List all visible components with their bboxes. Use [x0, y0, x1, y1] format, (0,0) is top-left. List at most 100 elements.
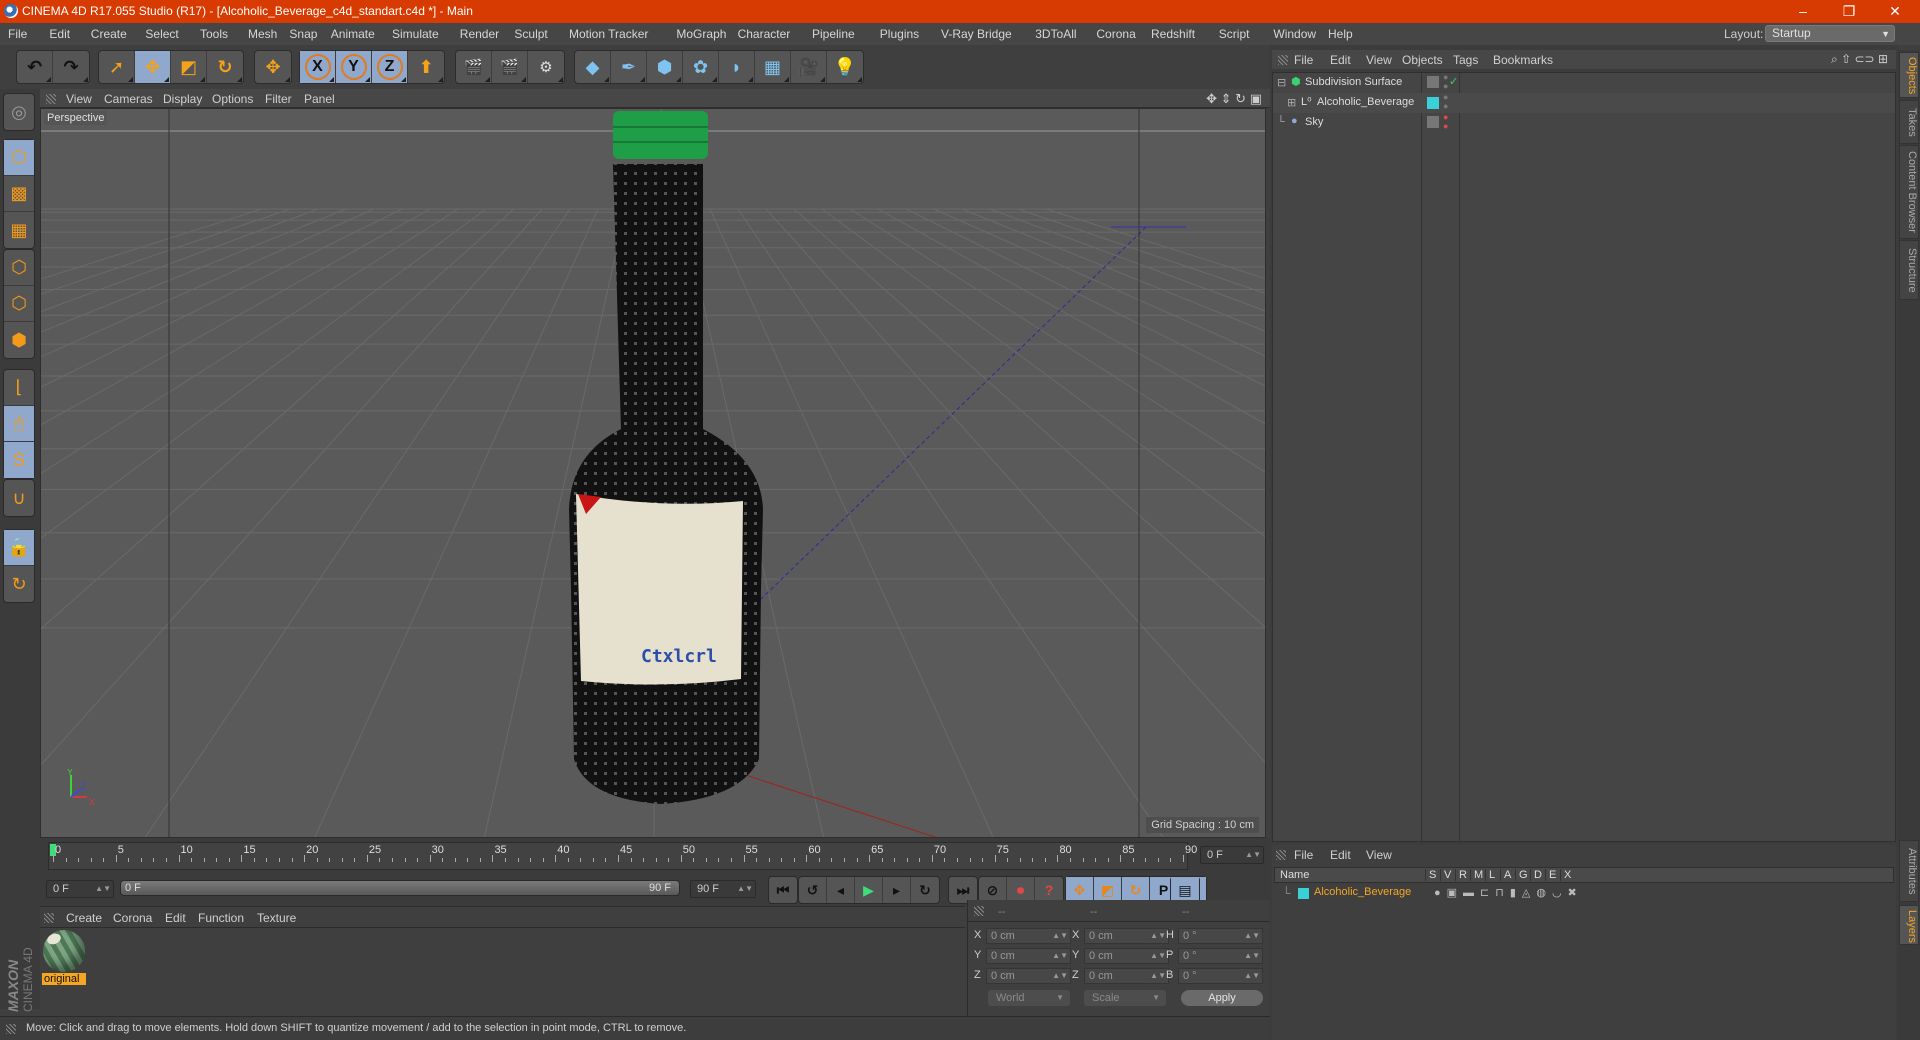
menu-pipeline[interactable]: Pipeline	[812, 27, 855, 41]
layer-row[interactable]: └ Alcoholic_Beverage ●▣▬⊏⊓▮◬◍◡✖	[1274, 885, 1894, 901]
visibility-dots-icon[interactable]: ● ●	[1443, 93, 1448, 111]
menu-script[interactable]: Script	[1219, 27, 1250, 41]
home-icon[interactable]: ⇧	[1841, 52, 1851, 66]
timeline-ruler[interactable]: 0 5 10 15 20 25 30 35 40 45 50 55 60 65 70 75 80 85 90	[48, 842, 1197, 870]
tab-content-browser[interactable]: Content Browser	[1899, 145, 1919, 239]
viewport-menu-filter[interactable]: Filter	[265, 92, 292, 106]
next-frame-button[interactable]: ▸	[883, 877, 911, 903]
menu-window[interactable]: Window	[1273, 27, 1316, 41]
axis-mode-button[interactable]: ⌊	[4, 370, 34, 406]
maximize-view-icon[interactable]: ▣	[1250, 91, 1262, 106]
texture-mode-button[interactable]: ▩	[4, 176, 34, 212]
object-name[interactable]: Sky	[1305, 116, 1323, 128]
coord-field-position-x[interactable]: 0 cm ▲▼	[986, 928, 1071, 944]
pen-spline-button[interactable]: ✒	[611, 51, 647, 83]
light-button[interactable]: 💡	[827, 51, 863, 83]
coord-field-position-z[interactable]: 0 cm ▲▼	[986, 968, 1071, 984]
layer-toggle-icons[interactable]: ●▣▬⊏⊓▮◬◍◡✖	[1434, 886, 1583, 899]
editor-render-toggle-icon[interactable]	[1427, 76, 1439, 88]
subdivision-button[interactable]: ⬢	[647, 51, 683, 83]
menu-select[interactable]: Select	[145, 27, 178, 41]
make-editable-button[interactable]: ◎	[4, 94, 34, 130]
coord-field-rotation-h[interactable]: 0 ° ▲▼	[1178, 928, 1263, 944]
redo-button[interactable]: ↷	[53, 51, 89, 83]
restore-button[interactable]: ❐	[1826, 0, 1872, 23]
menu-simulate[interactable]: Simulate	[392, 27, 439, 41]
rotate-button[interactable]: ↻	[207, 51, 243, 83]
close-button[interactable]: ✕	[1872, 0, 1918, 23]
coord-field-size-z[interactable]: 0 cm ▲▼	[1084, 968, 1169, 984]
render-view-button[interactable]: 🎬	[456, 51, 492, 83]
coord-field-size-x[interactable]: 0 cm ▲▼	[1084, 928, 1169, 944]
end-frame-field[interactable]: 90 F ▲▼	[690, 880, 756, 898]
coordinate-mode-dropdown[interactable]: World ▼	[988, 990, 1070, 1006]
tab-objects[interactable]: Objects	[1899, 52, 1919, 98]
tree-expander-icon[interactable]: └	[1277, 116, 1285, 128]
layer-column-name[interactable]: Name	[1277, 869, 1309, 881]
viewport-menu-view[interactable]: View	[66, 92, 92, 106]
live-selection-button[interactable]: ➚	[99, 51, 135, 83]
zoom-view-icon[interactable]: ⇕	[1221, 91, 1232, 106]
layer-column-r[interactable]: R	[1455, 869, 1467, 881]
layer-column-s[interactable]: S	[1425, 869, 1436, 881]
material-menu-edit[interactable]: Edit	[165, 911, 186, 925]
menu-animate[interactable]: Animate	[331, 27, 375, 41]
visibility-dots-icon[interactable]: ● ●	[1443, 113, 1448, 131]
panel-grip-icon[interactable]	[974, 906, 984, 916]
layer-column-m[interactable]: M	[1470, 869, 1483, 881]
search-icon[interactable]: ⌕	[1831, 52, 1838, 66]
start-frame-field[interactable]: 0 F ▲▼	[46, 880, 114, 898]
menu-redshift[interactable]: Redshift	[1151, 27, 1195, 41]
menu-corona[interactable]: Corona	[1096, 27, 1135, 41]
coord-field-size-y[interactable]: 0 cm ▲▼	[1084, 948, 1169, 964]
tab-layers[interactable]: Layers	[1899, 905, 1919, 945]
tab-attributes[interactable]: Attributes	[1899, 840, 1919, 902]
cloner-button[interactable]: ✿	[683, 51, 719, 83]
camera-button[interactable]: 🎥	[791, 51, 827, 83]
menu-render[interactable]: Render	[460, 27, 499, 41]
menu-3dtoall[interactable]: 3DToAll	[1035, 27, 1076, 41]
layer-column-l[interactable]: L	[1485, 869, 1495, 881]
layer-column-x[interactable]: X	[1560, 869, 1571, 881]
planar-workplane-button[interactable]: ↻	[4, 566, 34, 602]
rotate-view-icon[interactable]: ↻	[1235, 91, 1246, 106]
viewport-menu-cameras[interactable]: Cameras	[104, 92, 153, 106]
coord-field-rotation-p[interactable]: 0 ° ▲▼	[1178, 948, 1263, 964]
panel-grip-icon[interactable]	[46, 94, 56, 104]
menu-mograph[interactable]: MoGraph	[676, 27, 726, 41]
object-menu-view[interactable]: View	[1366, 53, 1392, 67]
snap-button[interactable]: ∪	[4, 480, 34, 516]
minimize-button[interactable]: –	[1780, 0, 1826, 23]
material-original[interactable]: original	[42, 929, 86, 987]
transform-mode-dropdown[interactable]: Scale ▼	[1084, 990, 1166, 1006]
material-menu-create[interactable]: Create	[66, 911, 102, 925]
z-axis-button[interactable]: Z	[372, 51, 408, 83]
object-menu-objects[interactable]: Objects	[1402, 53, 1443, 67]
object-name[interactable]: Subdivision Surface	[1305, 76, 1402, 88]
tree-expander-icon[interactable]: ⊟	[1277, 76, 1286, 89]
layer-color-swatch[interactable]	[1427, 97, 1439, 109]
layout-dropdown[interactable]: Startup ▼	[1765, 25, 1895, 42]
model-mode-button[interactable]: ⬡	[4, 140, 34, 176]
move-button[interactable]: ✥	[135, 51, 171, 83]
cube-button[interactable]: ◆	[575, 51, 611, 83]
editor-render-toggle-icon[interactable]	[1427, 116, 1439, 128]
link-icon[interactable]: ⊂⊃	[1854, 52, 1874, 66]
previous-frame-button[interactable]: ◂	[827, 877, 855, 903]
material-menu-texture[interactable]: Texture	[257, 911, 296, 925]
workplane-mode-button[interactable]: ▦	[4, 212, 34, 248]
apply-button[interactable]: Apply	[1181, 990, 1263, 1006]
panel-grip-icon[interactable]	[44, 913, 54, 923]
menu-motion-tracker[interactable]: Motion Tracker	[569, 27, 648, 41]
layer-column-a[interactable]: A	[1500, 869, 1511, 881]
viewport-camera-label[interactable]: Perspective	[44, 111, 108, 125]
layer-menu-file[interactable]: File	[1294, 848, 1313, 862]
object-row[interactable]: └ ● Sky ● ●	[1273, 113, 1895, 133]
previous-key-button[interactable]: ↺	[799, 877, 827, 903]
menu-file[interactable]: File	[8, 27, 27, 41]
checkmark-icon[interactable]: ✓	[1449, 75, 1458, 88]
layer-menu-view[interactable]: View	[1366, 848, 1392, 862]
play-button[interactable]: ▶	[855, 877, 883, 903]
menu-edit[interactable]: Edit	[49, 27, 70, 41]
new-window-icon[interactable]: ⊞	[1878, 52, 1888, 66]
